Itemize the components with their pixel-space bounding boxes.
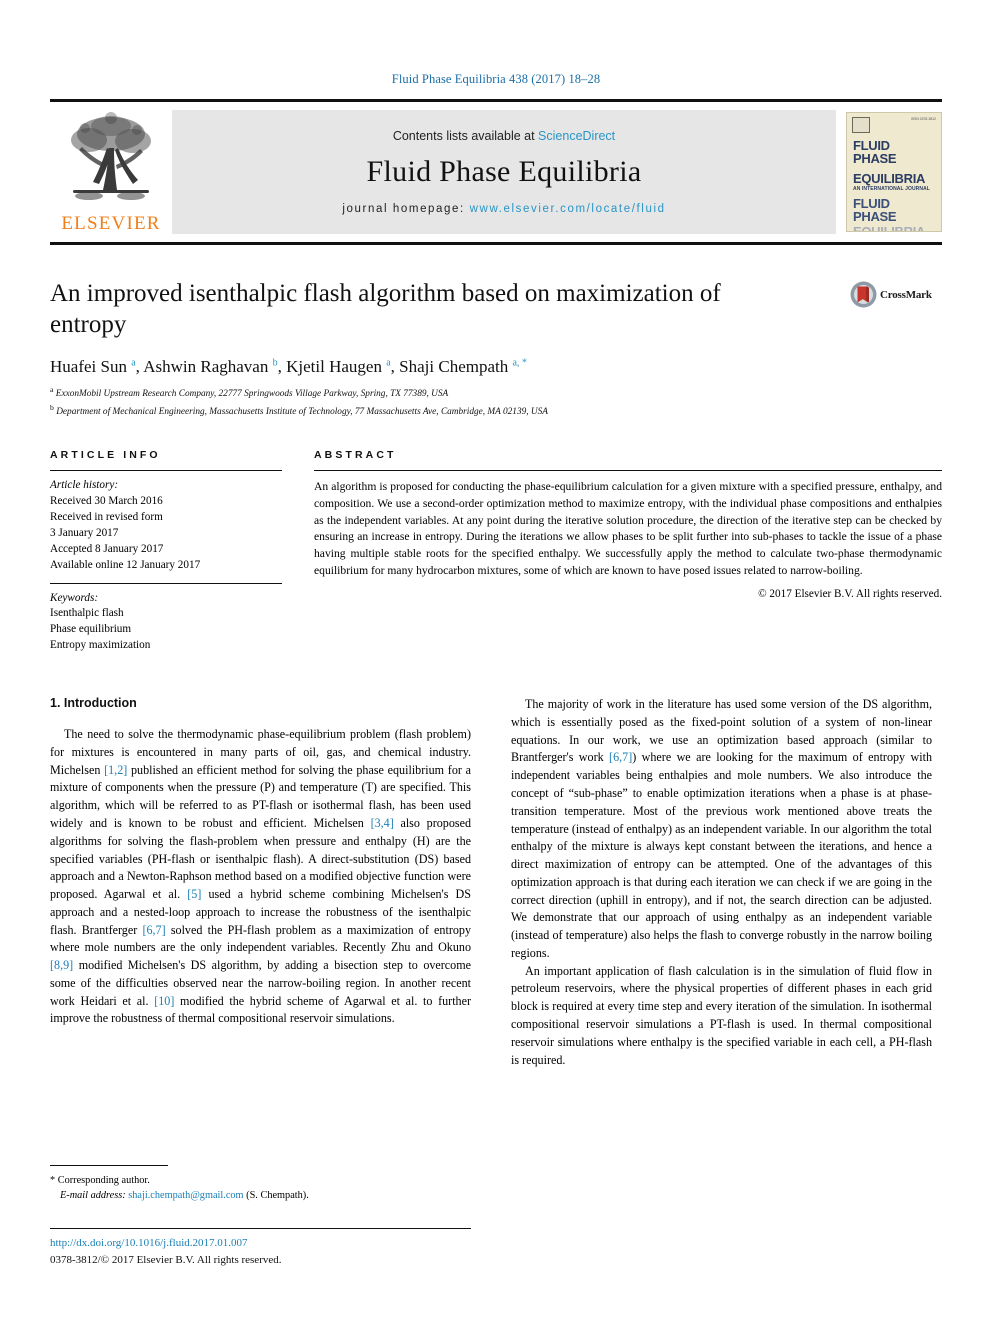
doi-rule bbox=[50, 1228, 471, 1229]
crossmark-icon bbox=[850, 281, 877, 308]
homepage-label: journal homepage: bbox=[342, 203, 470, 215]
journal-masthead: ELSEVIER Contents lists available at Sci… bbox=[50, 99, 942, 245]
paragraph: The need to solve the thermodynamic phas… bbox=[50, 727, 472, 1026]
doi-block: http://dx.doi.org/10.1016/j.fluid.2017.0… bbox=[50, 1228, 471, 1268]
cover-title-line3: FLUID PHASE bbox=[853, 195, 897, 224]
corresponding-author-line: * Corresponding author. bbox=[50, 1173, 471, 1188]
cover-elsevier-icon bbox=[852, 117, 870, 133]
citation-ref[interactable]: [1,2] bbox=[104, 763, 127, 777]
journal-title: Fluid Phase Equilibria bbox=[366, 155, 642, 188]
running-head: Fluid Phase Equilibria 438 (2017) 18–28 bbox=[391, 72, 601, 86]
keyword-item: Phase equilibrium bbox=[50, 623, 132, 636]
cover-header-row: ISSN 0378-3812 bbox=[847, 113, 941, 133]
history-item: Received in revised form bbox=[50, 510, 163, 523]
citation-ref[interactable]: [8,9] bbox=[50, 958, 73, 972]
corresponding-author-text: Corresponding author. bbox=[57, 1175, 150, 1186]
body-columns: 1. Introduction The need to solve the th… bbox=[50, 696, 942, 1069]
body-column-right: The majority of work in the literature h… bbox=[511, 696, 932, 1069]
contents-lists-line: Contents lists available at ScienceDirec… bbox=[393, 129, 615, 143]
keywords-block: Keywords: Isenthalpic flash Phase equili… bbox=[50, 584, 282, 655]
cover-title-line2: EQUILIBRIA bbox=[853, 170, 926, 186]
issn-copyright-line: 0378-3812/© 2017 Elsevier B.V. All right… bbox=[50, 1253, 282, 1266]
abstract-column: ABSTRACT An algorithm is proposed for co… bbox=[314, 449, 942, 654]
cover-issn-text: ISSN 0378-3812 bbox=[910, 117, 936, 121]
corresponding-marker: * bbox=[50, 1175, 56, 1186]
author-list: Huafei Sun a, Ashwin Raghavan b, Kjetil … bbox=[50, 357, 527, 376]
footnote-block: * Corresponding author. E-mail address: … bbox=[50, 1165, 471, 1204]
crossmark-badge[interactable]: CrossMark bbox=[850, 281, 942, 308]
article-info-heading: ARTICLE INFO bbox=[50, 449, 161, 462]
article-history-block: Article history: Received 30 March 2016 … bbox=[50, 471, 282, 582]
cover-title-line4: EQUILIBRIA bbox=[853, 224, 926, 232]
article-page: Fluid Phase Equilibria 438 (2017) 18–28 bbox=[0, 0, 992, 1323]
paragraph: The majority of work in the literature h… bbox=[511, 697, 932, 960]
section-heading-introduction: 1. Introduction bbox=[50, 696, 137, 711]
keyword-item: Entropy maximization bbox=[50, 639, 151, 652]
page-title: An improved isenthalpic flash algorithm … bbox=[50, 280, 721, 338]
info-abstract-region: ARTICLE INFO Article history: Received 3… bbox=[50, 449, 942, 654]
article-info-column: ARTICLE INFO Article history: Received 3… bbox=[50, 449, 282, 654]
abstract-text: An algorithm is proposed for conducting … bbox=[314, 480, 942, 577]
elsevier-tree-icon bbox=[71, 112, 151, 200]
affiliation-a-text: ExxonMobil Upstream Research Company, 22… bbox=[55, 389, 449, 400]
keyword-item: Isenthalpic flash bbox=[50, 607, 124, 620]
citation-ref[interactable]: [6,7] bbox=[142, 923, 165, 937]
citation-ref[interactable]: [6,7] bbox=[609, 750, 632, 764]
article-history-label: Article history: bbox=[50, 479, 119, 492]
keywords-label: Keywords: bbox=[50, 591, 99, 604]
email-line: E-mail address: shaji.chempath@gmail.com… bbox=[50, 1188, 471, 1203]
email-link[interactable]: shaji.chempath@gmail.com bbox=[128, 1190, 243, 1201]
journal-cover-thumbnail[interactable]: ISSN 0378-3812 FLUID PHASE EQUILIBRIA AN… bbox=[846, 112, 942, 232]
cover-subtitle: AN INTERNATIONAL JOURNAL bbox=[853, 185, 930, 192]
affiliation-b-text: Department of Mechanical Engineering, Ma… bbox=[56, 406, 548, 417]
citation-ref[interactable]: [10] bbox=[154, 994, 174, 1008]
contents-lists-prefix: Contents lists available at bbox=[392, 129, 539, 143]
doi-link[interactable]: http://dx.doi.org/10.1016/j.fluid.2017.0… bbox=[50, 1235, 471, 1252]
abstract-heading: ABSTRACT bbox=[314, 449, 397, 462]
elsevier-wordmark: ELSEVIER bbox=[61, 213, 161, 234]
email-label: E-mail address: bbox=[60, 1190, 126, 1202]
history-item: Accepted 8 January 2017 bbox=[50, 542, 164, 555]
crossmark-label: CrossMark bbox=[880, 288, 932, 301]
citation-ref[interactable]: [3,4] bbox=[371, 816, 394, 830]
paragraph: An important application of flash calcul… bbox=[511, 963, 932, 1067]
title-block: An improved isenthalpic flash algorithm … bbox=[50, 279, 942, 419]
affiliation-a: a ExxonMobil Upstream Research Company, … bbox=[50, 385, 449, 400]
footnote-rule bbox=[50, 1165, 168, 1166]
email-suffix: (S. Chempath). bbox=[246, 1190, 309, 1202]
history-item: Received 30 March 2016 bbox=[50, 495, 163, 508]
affiliation-list: a ExxonMobil Upstream Research Company, … bbox=[50, 384, 942, 419]
citation-ref[interactable]: [5] bbox=[187, 887, 201, 901]
homepage-link[interactable]: www.elsevier.com/locate/fluid bbox=[470, 203, 666, 215]
body-column-left: 1. Introduction The need to solve the th… bbox=[50, 696, 471, 1069]
history-item: Available online 12 January 2017 bbox=[50, 558, 201, 571]
elsevier-logo: ELSEVIER bbox=[50, 102, 172, 242]
affiliation-b: b Department of Mechanical Engineering, … bbox=[50, 402, 548, 417]
history-item: 3 January 2017 bbox=[50, 526, 119, 539]
cover-title-line1: FLUID PHASE bbox=[853, 138, 897, 167]
abstract-copyright: © 2017 Elsevier B.V. All rights reserved… bbox=[758, 588, 942, 601]
journal-banner: Contents lists available at ScienceDirec… bbox=[172, 110, 836, 234]
sciencedirect-link[interactable]: ScienceDirect bbox=[538, 129, 615, 143]
journal-homepage-line: journal homepage: www.elsevier.com/locat… bbox=[342, 203, 665, 215]
